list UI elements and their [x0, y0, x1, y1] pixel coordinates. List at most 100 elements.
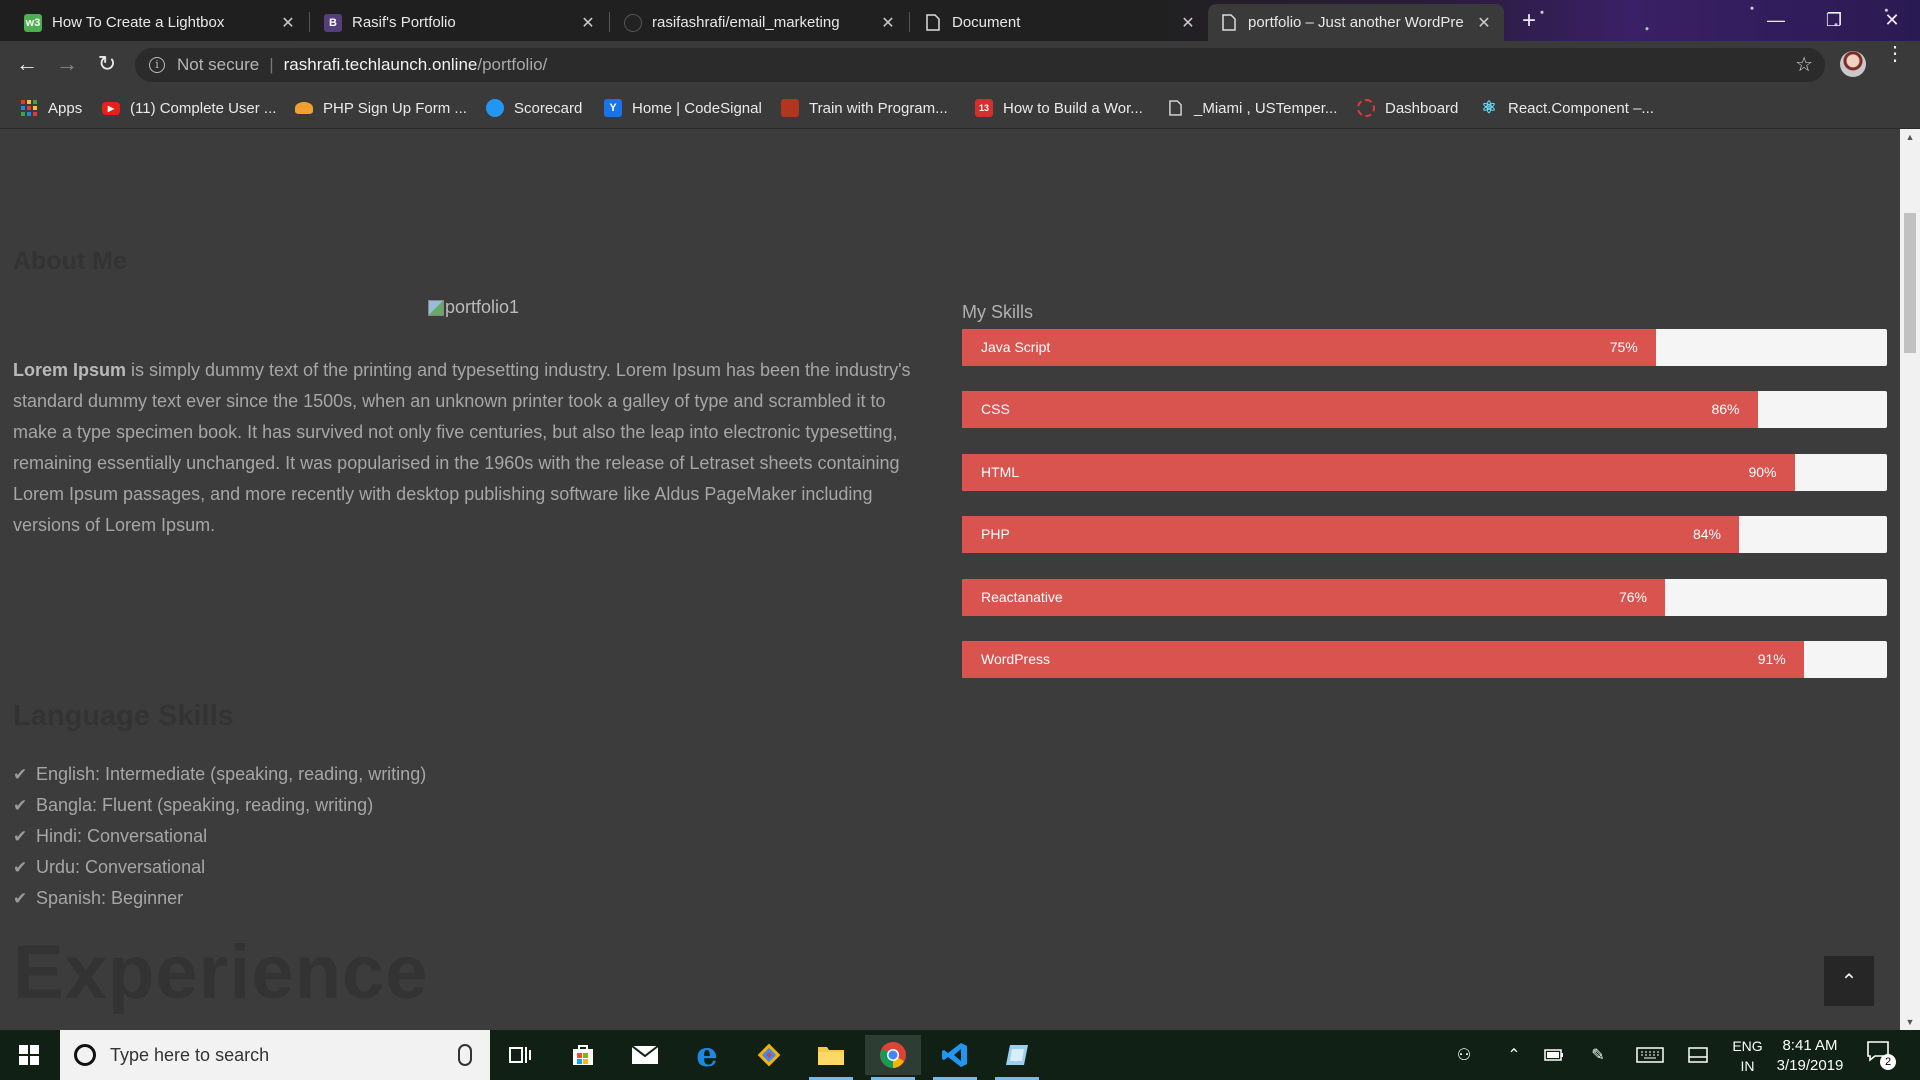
tab-portfolio-wordpress[interactable]: portfolio – Just another WordPre ✕ [1208, 4, 1504, 41]
language-item: ✔ Bangla: Fluent (speaking, reading, writ… [13, 790, 426, 821]
close-tab-icon[interactable]: ✕ [1476, 13, 1492, 33]
skill-bar-css: CSS 86% [962, 391, 1887, 428]
checkmark-icon: ✔ [13, 888, 28, 908]
app-icon[interactable] [989, 1035, 1045, 1080]
edge-icon[interactable]: e [679, 1035, 735, 1075]
people-icon[interactable]: ⚇ [1446, 1030, 1482, 1080]
tab-title: Document [952, 14, 1021, 31]
file-explorer-icon[interactable] [803, 1035, 859, 1080]
about-paragraph-text: is simply dummy text of the printing and… [13, 360, 911, 535]
new-tab-button[interactable]: + [1516, 9, 1542, 35]
codewars-icon [781, 99, 799, 117]
close-tab-icon[interactable]: ✕ [880, 13, 896, 33]
bookmark-miami-ustemper[interactable]: _Miami , USTemper... [1166, 97, 1337, 119]
close-tab-icon[interactable]: ✕ [1180, 13, 1196, 33]
bookmark-star-icon[interactable]: ☆ [1795, 52, 1813, 77]
tab-document[interactable]: Document ✕ [912, 4, 1208, 41]
microphone-icon[interactable] [458, 1044, 472, 1066]
task-view-icon[interactable] [492, 1035, 548, 1075]
touch-keyboard-icon[interactable] [1630, 1030, 1670, 1080]
tab-title: How To Create a Lightbox [52, 14, 225, 31]
language-text: Hindi: Conversational [36, 826, 208, 846]
search-placeholder[interactable]: Type here to search [110, 1045, 458, 1066]
codesignal-icon: Y [604, 99, 622, 117]
profile-avatar[interactable] [1840, 51, 1866, 77]
bookmark-codewars[interactable]: Train with Program... [781, 97, 948, 119]
bookmark-label: Train with Program... [809, 99, 948, 117]
address-bar[interactable]: i Not secure | rashrafi.techlaunch.onlin… [135, 48, 1825, 82]
reload-icon[interactable]: ↻ [92, 49, 122, 79]
skill-name: HTML [981, 464, 1020, 480]
url-path[interactable]: /portfolio/ [477, 55, 547, 75]
browser-menu-icon[interactable]: ⋮ [1885, 44, 1905, 64]
scroll-up-arrow-icon[interactable]: ▲ [1900, 129, 1920, 145]
bookmark-label: Scorecard [514, 99, 583, 117]
bookmark-dashboard[interactable]: Dashboard [1357, 97, 1458, 119]
mail-icon[interactable] [617, 1035, 673, 1075]
chrome-icon[interactable] [865, 1035, 921, 1080]
battery-icon[interactable] [1536, 1030, 1572, 1080]
bookmark-codesignal[interactable]: Y Home | CodeSignal [604, 97, 762, 119]
clock-date: 3/19/2019 [1776, 1057, 1844, 1074]
bookmark-apps[interactable]: Apps [20, 97, 82, 119]
url-host[interactable]: rashrafi.techlaunch.online [284, 55, 478, 75]
github-icon [624, 13, 642, 32]
action-center-icon[interactable]: 2 [1866, 1040, 1896, 1070]
display-icon[interactable] [1680, 1030, 1716, 1080]
checkmark-icon: ✔ [13, 826, 28, 846]
close-window-button[interactable]: ✕ [1864, 0, 1920, 41]
minimize-button[interactable]: — [1748, 0, 1804, 41]
restore-button[interactable]: ❐ [1806, 0, 1862, 41]
page-content: About Me portfolio1 Lorem Ipsum is simpl… [0, 129, 1900, 1030]
tab-title: Rasif's Portfolio [352, 14, 456, 31]
bookmark-youtube[interactable]: ▶ (11) Complete User ... [102, 97, 276, 119]
bookmark-label: React.Component –... [1508, 99, 1654, 117]
git-icon[interactable] [741, 1035, 797, 1075]
skill-name: CSS [981, 401, 1010, 417]
close-tab-icon[interactable]: ✕ [580, 13, 596, 33]
tab-separator [309, 12, 310, 32]
about-paragraph-bold: Lorem Ipsum [13, 360, 127, 380]
store-icon[interactable] [555, 1035, 611, 1075]
bookmark-react-component[interactable]: ⚛ React.Component –... [1480, 97, 1654, 119]
apps-grid-icon [20, 99, 38, 117]
forward-arrow-icon[interactable]: → [52, 49, 82, 79]
skill-bar-fill [962, 454, 1795, 491]
taskbar-search[interactable]: Type here to search [60, 1030, 490, 1080]
php-icon [295, 102, 313, 114]
info-icon[interactable]: i [149, 57, 165, 73]
broken-image-icon [428, 299, 444, 316]
skill-percent: 90% [1748, 464, 1777, 480]
page-scrollbar[interactable]: ▲ ▼ [1900, 129, 1920, 1030]
language-list: ✔ English: Intermediate (speaking, readin… [13, 759, 426, 914]
skill-bar-fill [962, 516, 1739, 553]
input-language[interactable]: ENG IN [1725, 1036, 1770, 1076]
scrollbar-thumb[interactable] [1904, 213, 1916, 353]
bookmark-php-signup[interactable]: PHP Sign Up Form ... [295, 97, 467, 119]
language-text: English: Intermediate (speaking, reading… [36, 764, 427, 784]
show-hidden-icons-chevron-icon[interactable]: ⌃ [1496, 1030, 1532, 1080]
calendar-icon: 13 [975, 99, 993, 117]
tab-github-email-marketing[interactable]: rasifashrafi/email_marketing ✕ [612, 4, 908, 41]
scroll-down-arrow-icon[interactable]: ▼ [1900, 1014, 1920, 1030]
bookmark-label: PHP Sign Up Form ... [323, 99, 467, 117]
skill-percent: 91% [1757, 651, 1786, 667]
back-to-top-button[interactable]: ⌃ [1824, 956, 1874, 1006]
security-status[interactable]: Not secure [177, 55, 259, 75]
pen-workspace-icon[interactable]: ✎ [1580, 1030, 1616, 1080]
vscode-icon[interactable] [927, 1035, 983, 1080]
checkmark-icon: ✔ [13, 857, 28, 877]
system-clock[interactable]: 8:41 AM 3/19/2019 [1770, 1036, 1850, 1076]
start-button[interactable] [0, 1030, 58, 1080]
windows-logo-icon [19, 1045, 39, 1065]
close-tab-icon[interactable]: ✕ [280, 13, 296, 33]
bookmark-scorecard[interactable]: Scorecard [486, 97, 582, 119]
bookmark-label: _Miami , USTemper... [1194, 99, 1338, 117]
tab-rasif-portfolio[interactable]: B Rasif's Portfolio ✕ [312, 4, 608, 41]
bookmark-build-wordpress[interactable]: 13 How to Build a Wor... [975, 97, 1143, 119]
youtube-icon: ▶ [102, 101, 120, 115]
tab-lightbox[interactable]: w3 How To Create a Lightbox ✕ [12, 4, 308, 41]
about-paragraph: Lorem Ipsum is simply dummy text of the … [13, 355, 933, 541]
back-arrow-icon[interactable]: ← [12, 49, 42, 79]
checkmark-icon: ✔ [13, 795, 28, 815]
